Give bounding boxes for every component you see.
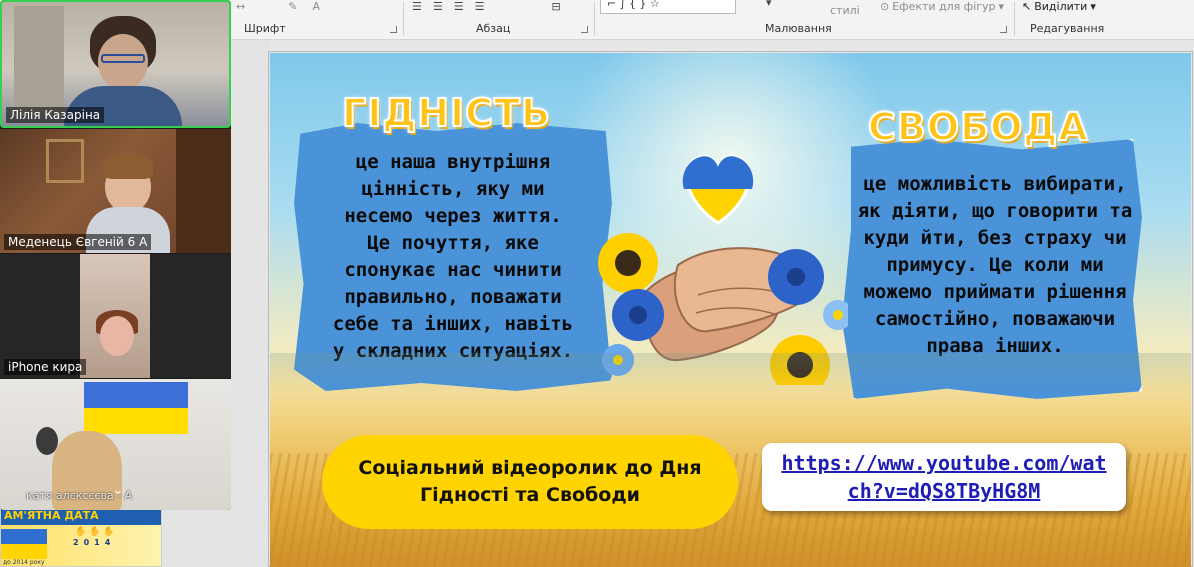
- video-tile[interactable]: катя алєксєєва - А ⌄: [0, 379, 231, 510]
- hands-icon: ✋ ✋ ✋: [75, 527, 115, 537]
- thumbnail-caption: до 2014 року: [3, 559, 45, 566]
- participant-name: Меденець Євгеній 6 А: [4, 234, 152, 250]
- picture-frame: [46, 139, 84, 183]
- cornflower-icon: [823, 300, 848, 330]
- align-center-icon: ☰: [432, 0, 443, 13]
- align-right-icon: ☰: [453, 0, 464, 13]
- effects-icon: ⊙: [880, 0, 890, 13]
- arrows-icon: ↔: [236, 0, 246, 13]
- drawing-dialog-launcher-icon[interactable]: [1000, 26, 1007, 33]
- flag-icon: [1, 529, 47, 559]
- chevron-down-icon: ▾: [1090, 0, 1096, 13]
- cornflower-icon: [602, 344, 634, 376]
- font-dialog-launcher-icon[interactable]: [390, 26, 397, 33]
- thumbnail-banner: АМ'ЯТНА ДАТА: [1, 509, 161, 525]
- youtube-link[interactable]: https://www.youtube.com/wat ch?v=dQS8TBy…: [781, 449, 1106, 505]
- slide-thumbnail[interactable]: АМ'ЯТНА ДАТА ✋ ✋ ✋ 2014 до 2014 року: [0, 508, 162, 567]
- dignity-heading: ГІДНІСТЬ: [341, 90, 551, 136]
- video-caption: Соціальний відеоролик до Дня Гідності та…: [358, 457, 702, 506]
- thumbnail-year: 2014: [73, 538, 116, 547]
- ribbon-divider: [1014, 2, 1015, 36]
- cornflower-icon: [768, 249, 824, 305]
- cornflower-icon: [612, 289, 664, 341]
- font-commands[interactable]: ↔ ✎ A: [236, 0, 320, 13]
- video-tile[interactable]: Лілія Казаріна: [0, 0, 231, 128]
- flag-icon: [84, 382, 188, 434]
- shapes-gallery[interactable]: ⌐ ∫ { } ☆: [600, 0, 736, 14]
- sunflower-icon: [598, 233, 658, 293]
- shape-effects-button[interactable]: ⊙ Ефекти для фігур ▾: [880, 0, 1004, 13]
- background-door: [14, 6, 64, 116]
- video-link-box[interactable]: https://www.youtube.com/wat ch?v=dQS8TBy…: [762, 443, 1126, 511]
- select-button[interactable]: ↖ Виділити ▾: [1022, 0, 1096, 13]
- chevron-down-icon: ▾: [998, 0, 1005, 13]
- participant-hair: [103, 153, 153, 179]
- slide-canvas[interactable]: ГІДНІСТЬ СВОБОДА це наша внутрішня цінні…: [270, 53, 1191, 567]
- paragraph-dialog-launcher-icon[interactable]: [581, 26, 588, 33]
- ribbon-divider: [403, 2, 404, 36]
- ribbon-group-font: Шрифт: [244, 22, 286, 35]
- dignity-text: це наша внутрішня цінність, яку ми несем…: [332, 151, 574, 362]
- ribbon-group-paragraph: Абзац: [476, 22, 511, 35]
- chevron-down-icon[interactable]: ⌄: [108, 483, 128, 499]
- paragraph-commands[interactable]: ☰ ☰ ☰ ☰ ⊟: [412, 0, 561, 13]
- styles-label: стилі: [830, 4, 860, 17]
- heart-icon: [682, 154, 754, 225]
- ribbon-group-editing: Редагування: [1030, 22, 1105, 35]
- glasses-icon: [101, 54, 145, 63]
- video-tile[interactable]: Меденець Євгеній 6 А: [0, 129, 231, 253]
- justify-icon: ☰: [474, 0, 485, 13]
- quick-styles-button[interactable]: стилі: [830, 4, 860, 17]
- video-caption-banner: Соціальний відеоролик до Дня Гідності та…: [322, 435, 738, 529]
- video-tile[interactable]: iPhone кира: [0, 254, 231, 378]
- pen-icon: ✎: [288, 0, 298, 13]
- shape-curve-icon: ⌐ ∫ { } ☆: [607, 0, 660, 10]
- smartart-icon: ⊟: [551, 0, 561, 13]
- cursor-icon: ↖: [1022, 0, 1032, 13]
- hands-heart-illustration: [598, 154, 848, 385]
- video-call-panel: Лілія Казаріна Меденець Євгеній 6 А iPho…: [0, 0, 231, 510]
- participant-face: [100, 316, 134, 356]
- participant-name: iPhone кира: [4, 359, 87, 375]
- participant-name: катя алєксєєва - А: [26, 489, 133, 502]
- participant-name: Лілія Казаріна: [6, 107, 105, 123]
- select-label: Виділити: [1034, 0, 1088, 13]
- ribbon-group-drawing: Малювання: [765, 22, 832, 35]
- align-icon: ☰: [412, 0, 422, 13]
- quick-styles-dropdown[interactable]: ▾: [766, 0, 772, 9]
- freedom-text: це можливість вибирати, як діяти, що гов…: [857, 173, 1133, 357]
- sunflower-icon: [770, 335, 830, 385]
- font-color-icon: A: [312, 0, 320, 13]
- ribbon-divider: [594, 2, 595, 36]
- shape-effects-label: Ефекти для фігур: [892, 0, 996, 13]
- bookshelf: [176, 129, 231, 253]
- freedom-heading: СВОБОДА: [867, 104, 1089, 150]
